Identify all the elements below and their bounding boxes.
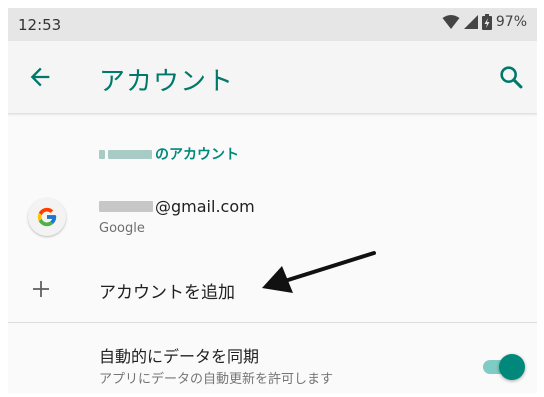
toggle-thumb	[499, 354, 525, 380]
divider	[8, 322, 537, 323]
redacted-name	[108, 149, 152, 159]
redacted-name	[99, 149, 105, 159]
wifi-icon	[442, 15, 460, 29]
status-icons: 97%	[442, 14, 527, 30]
auto-sync-setting[interactable]: 自動的にデータを同期 アプリにデータの自動更新を許可します	[8, 335, 537, 393]
auto-sync-toggle[interactable]	[483, 353, 525, 381]
cellular-signal-icon	[463, 15, 478, 29]
auto-sync-subtitle: アプリにデータの自動更新を許可します	[99, 372, 334, 387]
battery-percent: 97%	[495, 14, 527, 30]
account-item[interactable]: @gmail.com Google	[8, 188, 537, 250]
page-title: アカウント	[99, 67, 235, 97]
status-bar: 12:53 97%	[8, 8, 537, 41]
search-icon[interactable]	[497, 63, 525, 91]
email-domain: @gmail.com	[155, 197, 255, 216]
add-account-button[interactable]: アカウントを追加	[8, 256, 537, 322]
plus-icon	[33, 281, 49, 297]
back-arrow-icon[interactable]	[26, 63, 54, 91]
section-header: のアカウント	[99, 144, 239, 164]
auto-sync-title: 自動的にデータを同期	[99, 347, 260, 366]
section-header-label: のアカウント	[155, 147, 239, 163]
battery-charging-icon	[481, 14, 492, 30]
add-account-label: アカウントを追加	[99, 283, 235, 303]
account-email: @gmail.com	[99, 197, 255, 216]
google-logo-icon	[28, 198, 66, 236]
redacted-username	[99, 201, 153, 212]
status-time: 12:53	[18, 16, 62, 34]
settings-screen: 12:53 97% アカウント のアカウント @gmail.com Google…	[8, 8, 537, 393]
account-provider: Google	[99, 221, 145, 236]
app-bar: アカウント	[8, 41, 537, 114]
